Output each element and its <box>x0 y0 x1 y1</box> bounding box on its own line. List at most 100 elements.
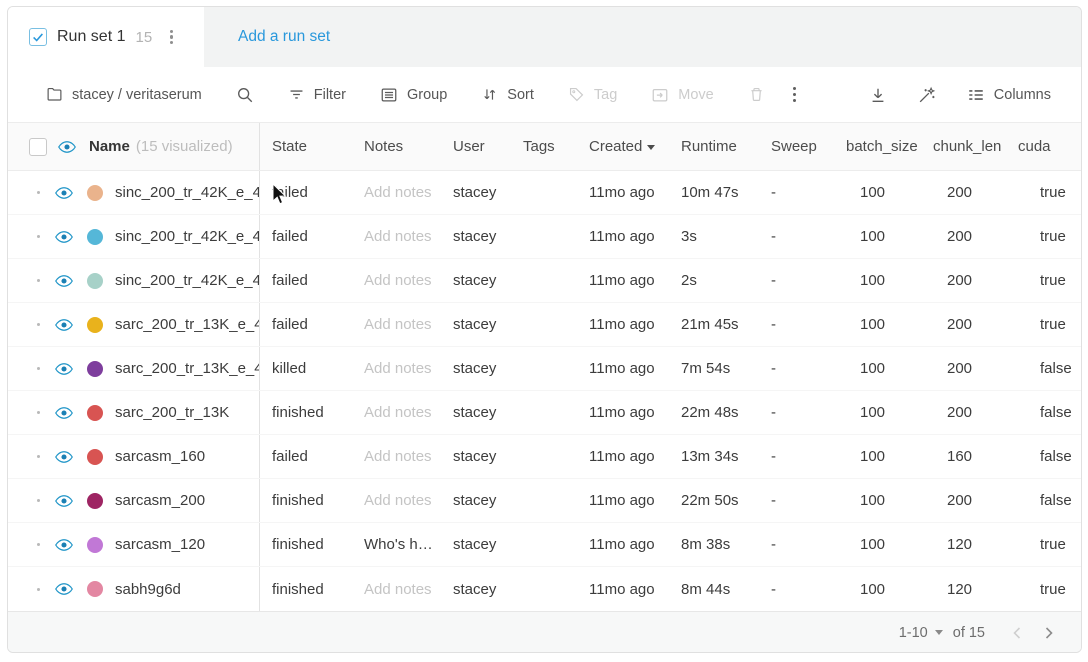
run-cuda: false <box>1006 360 1081 377</box>
export-button[interactable] <box>859 80 897 110</box>
drag-handle-icon[interactable] <box>37 191 40 194</box>
header-sweep[interactable]: Sweep <box>759 138 834 155</box>
run-visibility-eye-icon[interactable] <box>55 318 73 332</box>
run-name[interactable]: sinc_200_tr_42K_e_4 <box>115 272 259 289</box>
magic-wand-icon <box>917 85 937 105</box>
drag-handle-icon[interactable] <box>37 543 40 546</box>
run-batch-size: 100 <box>834 448 921 465</box>
run-notes[interactable]: Add notes <box>352 316 441 333</box>
drag-handle-icon[interactable] <box>37 323 40 326</box>
run-name[interactable]: sinc_200_tr_42K_e_4 <box>115 184 259 201</box>
visibility-eye-icon[interactable] <box>58 140 76 154</box>
more-actions-button[interactable] <box>775 77 814 112</box>
run-chunk-len: 200 <box>921 360 1006 377</box>
run-notes[interactable]: Add notes <box>352 448 441 465</box>
run-visibility-eye-icon[interactable] <box>55 362 73 376</box>
run-name[interactable]: sarc_200_tr_13K <box>115 404 229 421</box>
next-page-button[interactable] <box>1035 622 1063 644</box>
run-name[interactable]: sabh9g6d <box>115 581 181 598</box>
run-state: killed <box>260 360 352 377</box>
header-name-label[interactable]: Name <box>89 138 130 155</box>
select-all-checkbox[interactable] <box>29 138 47 156</box>
run-name[interactable]: sinc_200_tr_42K_e_4 <box>115 228 259 245</box>
search-button[interactable] <box>226 80 264 110</box>
table-row[interactable]: sabh9g6d finished Add notes stacey 11mo … <box>8 567 1081 611</box>
header-chunk-len[interactable]: chunk_len <box>921 138 1006 155</box>
table-row[interactable]: sinc_200_tr_42K_e_4 failed Add notes sta… <box>8 215 1081 259</box>
run-visibility-eye-icon[interactable] <box>55 450 73 464</box>
header-notes[interactable]: Notes <box>352 138 441 155</box>
sort-button[interactable]: Sort <box>471 80 544 109</box>
table-row[interactable]: sarc_200_tr_13K finished Add notes stace… <box>8 391 1081 435</box>
run-visibility-eye-icon[interactable] <box>55 582 73 596</box>
run-notes[interactable]: Add notes <box>352 272 441 289</box>
group-button[interactable]: Group <box>370 80 457 110</box>
table-row[interactable]: sarc_200_tr_13K_e_4 failed Add notes sta… <box>8 303 1081 347</box>
project-selector[interactable]: stacey / veritaserum <box>36 80 212 109</box>
run-notes[interactable]: Add notes <box>352 404 441 421</box>
add-run-set-button[interactable]: Add a run set <box>204 7 364 67</box>
run-name[interactable]: sarcasm_200 <box>115 492 205 509</box>
run-name[interactable]: sarc_200_tr_13K_e_4 <box>115 316 259 333</box>
drag-handle-icon[interactable] <box>37 279 40 282</box>
header-state[interactable]: State <box>260 138 352 155</box>
header-created[interactable]: Created <box>577 138 669 155</box>
page-size-caret-icon[interactable] <box>935 630 943 635</box>
header-runtime[interactable]: Runtime <box>669 138 759 155</box>
magic-button[interactable] <box>907 79 947 111</box>
table-row[interactable]: sarcasm_120 finished Who's h… stacey 11m… <box>8 523 1081 567</box>
run-notes[interactable]: Add notes <box>352 228 441 245</box>
table-row[interactable]: sinc_200_tr_42K_e_4 failed Add notes sta… <box>8 171 1081 215</box>
run-name[interactable]: sarcasm_120 <box>115 536 205 553</box>
run-visibility-eye-icon[interactable] <box>55 538 73 552</box>
filter-button[interactable]: Filter <box>278 80 356 109</box>
delete-button[interactable] <box>738 80 775 109</box>
run-state: failed <box>260 316 352 333</box>
tag-button[interactable]: Tag <box>558 80 627 109</box>
table-row[interactable]: sinc_200_tr_42K_e_4 failed Add notes sta… <box>8 259 1081 303</box>
run-user: stacey <box>441 492 511 509</box>
run-color-dot <box>87 185 103 201</box>
run-user: stacey <box>441 316 511 333</box>
run-visibility-eye-icon[interactable] <box>55 230 73 244</box>
run-notes[interactable]: Who's h… <box>352 536 441 553</box>
header-batch-size[interactable]: batch_size <box>834 138 921 155</box>
table-row[interactable]: sarcasm_160 failed Add notes stacey 11mo… <box>8 435 1081 479</box>
run-notes[interactable]: Add notes <box>352 184 441 201</box>
drag-handle-icon[interactable] <box>37 499 40 502</box>
run-batch-size: 100 <box>834 404 921 421</box>
drag-handle-icon[interactable] <box>37 235 40 238</box>
run-notes[interactable]: Add notes <box>352 581 441 598</box>
run-user: stacey <box>441 536 511 553</box>
run-sweep: - <box>759 448 834 465</box>
run-notes[interactable]: Add notes <box>352 492 441 509</box>
run-visibility-eye-icon[interactable] <box>55 406 73 420</box>
run-set-menu-icon[interactable] <box>162 26 181 49</box>
group-icon <box>380 86 398 104</box>
run-visibility-eye-icon[interactable] <box>55 186 73 200</box>
header-user[interactable]: User <box>441 138 511 155</box>
pagination-range[interactable]: 1-10 <box>899 625 928 641</box>
run-runtime: 8m 38s <box>669 536 759 553</box>
drag-handle-icon[interactable] <box>37 367 40 370</box>
run-runtime: 7m 54s <box>669 360 759 377</box>
run-notes[interactable]: Add notes <box>352 360 441 377</box>
run-user: stacey <box>441 404 511 421</box>
drag-handle-icon[interactable] <box>37 455 40 458</box>
header-cuda[interactable]: cuda <box>1006 138 1081 155</box>
table-row[interactable]: sarcasm_200 finished Add notes stacey 11… <box>8 479 1081 523</box>
run-chunk-len: 200 <box>921 316 1006 333</box>
tab-run-set-1[interactable]: Run set 1 15 <box>8 7 204 67</box>
run-name[interactable]: sarcasm_160 <box>115 448 205 465</box>
header-tags[interactable]: Tags <box>511 138 577 155</box>
run-name[interactable]: sarc_200_tr_13K_e_4 <box>115 360 259 377</box>
prev-page-button[interactable] <box>1003 622 1031 644</box>
drag-handle-icon[interactable] <box>37 588 40 591</box>
columns-button[interactable]: Columns <box>957 80 1061 110</box>
run-visibility-eye-icon[interactable] <box>55 274 73 288</box>
run-visibility-eye-icon[interactable] <box>55 494 73 508</box>
drag-handle-icon[interactable] <box>37 411 40 414</box>
table-row[interactable]: sarc_200_tr_13K_e_4 killed Add notes sta… <box>8 347 1081 391</box>
move-button[interactable]: Move <box>641 80 723 110</box>
run-set-checkbox[interactable] <box>29 28 47 46</box>
